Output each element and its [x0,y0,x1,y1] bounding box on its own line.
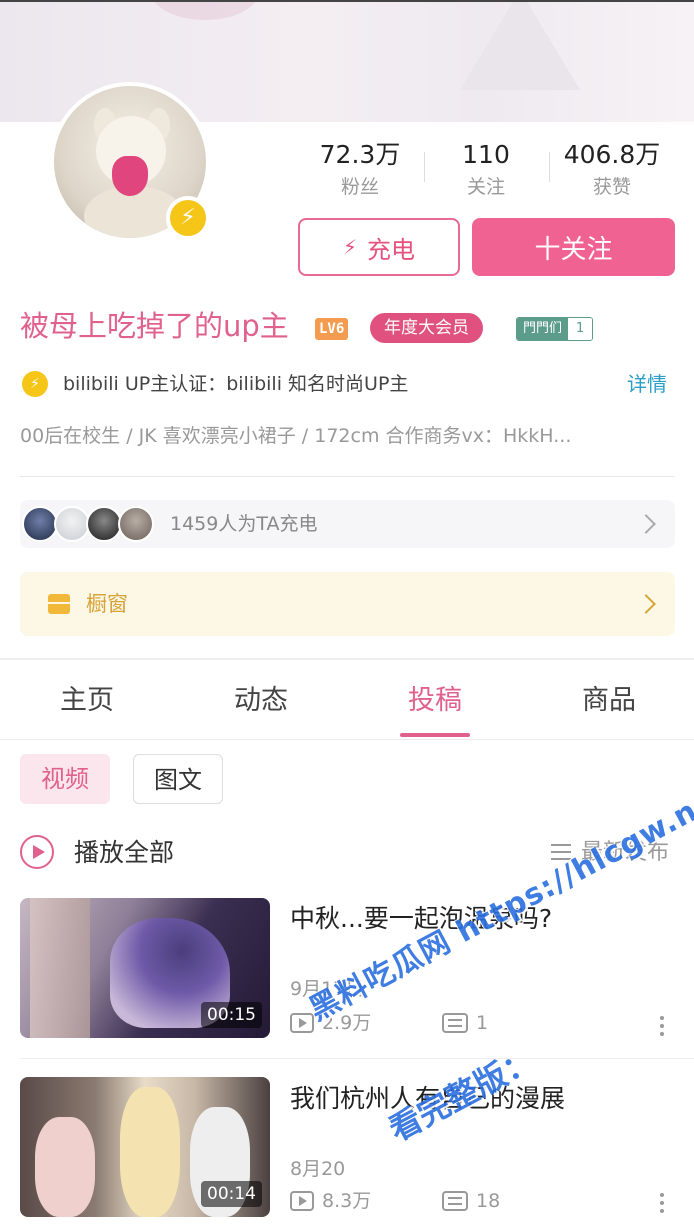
supporter-avatar [86,506,122,542]
signature[interactable]: 00后在校生 / JK 喜欢漂亮小裙子 / 172cm 合作商务vx：HkkH.… [20,422,675,450]
certification-text: bilibili UP主认证：bilibili 知名时尚UP主 [63,373,409,395]
banner-decoration [460,0,580,90]
supporter-avatar [54,506,90,542]
medal-level: 1 [568,318,593,340]
vip-badge[interactable]: 年度大会员 [370,313,483,343]
supporter-avatar [22,506,58,542]
divider [0,739,694,740]
divider [20,476,675,477]
filter-video[interactable]: 视频 [20,754,110,804]
more-options-icon[interactable] [660,1016,666,1040]
stat-label: 粉丝 [340,176,379,198]
banner-decoration [150,0,260,20]
fan-medal[interactable]: 門門们 1 [516,317,594,341]
stat-fans[interactable]: 72.3万 粉丝 [300,140,420,198]
showcase-row[interactable]: 橱窗 [20,572,675,636]
certification-lightning-icon: ⚡ [22,371,48,397]
charge-label: 充电 [367,235,416,264]
stat-label: 获赞 [592,176,631,198]
stat-value: 110 [462,140,510,169]
video-thumbnail[interactable]: 00:15 [20,898,270,1038]
divider [549,152,550,182]
stat-likes[interactable]: 406.8万 获赞 [552,140,672,198]
tab-dynamics[interactable]: 动态 [174,678,348,724]
danmaku-icon [442,1013,468,1033]
divider [424,152,425,182]
tab-goods[interactable]: 商品 [522,678,694,724]
play-all-button[interactable]: 播放全部 [74,836,174,870]
username: 被母上吃掉了的up主 [20,309,289,343]
showcase-icon [48,594,70,614]
verified-lightning-icon: ⚡ [166,196,210,240]
follow-label: 十关注 [534,234,613,265]
lightning-icon: ⚡ [342,235,358,259]
charge-button[interactable]: ⚡ 充电 [298,218,460,276]
view-count: 8.3万 [322,1190,372,1212]
danmaku-count: 18 [476,1190,501,1212]
charge-count-text: 1459人为TA充电 [170,513,318,535]
showcase-label: 橱窗 [86,592,128,616]
video-date: 8月20 [290,1158,346,1180]
video-views: 8.3万 [290,1188,371,1214]
more-options-icon[interactable] [660,1193,666,1217]
play-count-icon [290,1013,314,1033]
chevron-right-icon [636,594,656,614]
danmaku-icon [442,1191,468,1211]
filter-image-text[interactable]: 图文 [133,754,223,804]
duration-badge: 00:14 [201,1181,262,1207]
stat-label: 关注 [466,176,505,198]
stat-value: 72.3万 [319,140,401,169]
supporter-avatar [118,506,154,542]
chevron-right-icon [636,514,656,534]
detail-link[interactable]: 详情 [627,370,667,398]
active-tab-indicator [400,733,470,737]
level-badge: LV6 [315,318,349,340]
tab-home[interactable]: 主页 [0,678,174,724]
video-thumbnail[interactable]: 00:14 [20,1077,270,1217]
medal-name: 門門们 [517,318,569,340]
tab-submissions[interactable]: 投稿 [348,678,522,724]
charge-supporters-row[interactable]: 1459人为TA充电 [20,500,675,548]
follow-button[interactable]: 十关注 [472,218,675,276]
danmaku-count: 1 [476,1012,489,1034]
stat-value: 406.8万 [563,140,661,169]
play-count-icon [290,1191,314,1211]
play-all-icon[interactable] [20,835,54,869]
video-danmaku: 1 [442,1010,488,1036]
video-danmaku: 18 [442,1188,500,1214]
status-bar-edge [0,0,694,2]
stat-following[interactable]: 110 关注 [426,140,546,198]
divider [0,658,694,660]
duration-badge: 00:15 [201,1002,262,1028]
divider [20,1058,694,1059]
